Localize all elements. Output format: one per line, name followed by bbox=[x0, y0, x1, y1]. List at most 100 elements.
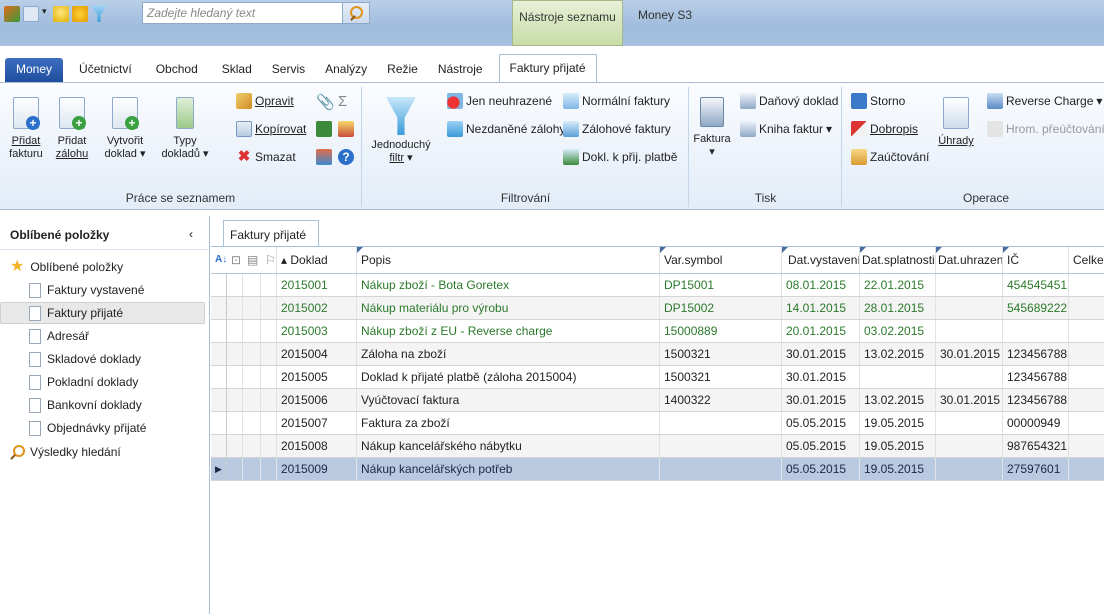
column-header-doklad[interactable]: ▴ Doklad bbox=[277, 247, 357, 273]
sidebar-item-received-orders[interactable]: Objednávky přijaté bbox=[0, 417, 205, 439]
row-icon-cell bbox=[261, 320, 277, 342]
collapse-sidebar-icon[interactable]: ‹ bbox=[189, 227, 193, 241]
export-excel-button[interactable] bbox=[316, 121, 332, 137]
column-header-popis[interactable]: Popis bbox=[357, 247, 660, 273]
column-header-var[interactable]: Var.symbol bbox=[660, 247, 782, 273]
tab-money[interactable]: Money bbox=[5, 58, 64, 82]
grid-header: A↓ ⊡ ▤ ⚐ ▴ Doklad Popis Var.symbol Dat.v… bbox=[211, 247, 1104, 274]
row-indicator[interactable] bbox=[211, 389, 227, 411]
save-icon[interactable] bbox=[23, 6, 39, 22]
row-icon-cell bbox=[261, 274, 277, 296]
table-row[interactable]: 2015007 Faktura za zboží 05.05.2015 19.05.2… bbox=[211, 412, 1104, 435]
delete-button[interactable]: ✖ Smazat bbox=[236, 149, 296, 165]
dropdown-icon[interactable]: ▾ bbox=[42, 6, 50, 22]
row-indicator[interactable] bbox=[211, 412, 227, 434]
tab-obchod[interactable]: Obchod bbox=[142, 58, 208, 82]
sidebar-item-bank-docs[interactable]: Bankovní doklady bbox=[0, 394, 205, 416]
credit-note-button[interactable]: Dobropis bbox=[851, 121, 918, 137]
app-menu-icon[interactable] bbox=[4, 6, 20, 22]
attach-button[interactable]: 📎 bbox=[316, 93, 335, 111]
search-input[interactable]: Zadejte hledaný text bbox=[142, 2, 370, 24]
tab-received-invoices[interactable]: Faktury přijaté bbox=[223, 220, 319, 246]
tab-nastroje[interactable]: Nástroje bbox=[428, 58, 493, 82]
doc-col-icon[interactable]: ▤ bbox=[243, 247, 261, 273]
received-payment-docs-button[interactable]: Dokl. k přij. platbě bbox=[563, 149, 677, 165]
flag-col-icon[interactable]: ⚐ bbox=[261, 247, 277, 273]
sidebar-search-results[interactable]: Výsledky hledání bbox=[0, 441, 209, 463]
row-indicator[interactable] bbox=[211, 366, 227, 388]
cell-doklad: 2015003 bbox=[277, 320, 357, 342]
tab-ucetnictvi[interactable]: Účetnictví bbox=[63, 58, 142, 82]
list-settings-button[interactable] bbox=[316, 149, 332, 165]
search-icon[interactable] bbox=[342, 2, 370, 24]
column-header-celkem[interactable]: Celkem bbox=[1069, 247, 1104, 273]
table-row[interactable]: 2015001 Nákup zboží - Bota Goretex DP15001… bbox=[211, 274, 1104, 297]
filter-icon[interactable] bbox=[91, 6, 107, 22]
posting-button[interactable]: Zaúčtování bbox=[851, 149, 929, 165]
storno-button[interactable]: Storno bbox=[851, 93, 905, 109]
tax-doc-button[interactable]: Daňový doklad bbox=[740, 93, 838, 109]
tab-analyzy[interactable]: Analýzy bbox=[315, 58, 377, 82]
tree-button[interactable] bbox=[338, 121, 354, 137]
star-icon[interactable] bbox=[72, 6, 88, 22]
help-button[interactable]: ? bbox=[338, 149, 354, 165]
cell-var: 15000889 bbox=[660, 320, 782, 342]
column-header-uhrazeni[interactable]: Dat.uhrazení bbox=[936, 247, 1003, 273]
cell-ic: 27597601 bbox=[1003, 458, 1069, 480]
column-header-ic[interactable]: IČ bbox=[1003, 247, 1069, 273]
sort-az-icon[interactable]: A↓ bbox=[211, 247, 227, 273]
reverse-charge-button[interactable]: Reverse Charge ▾ bbox=[987, 93, 1102, 109]
cell-var: 1500321 bbox=[660, 366, 782, 388]
sum-button[interactable]: Σ bbox=[338, 93, 354, 110]
sidebar-item-received-invoices[interactable]: Faktury přijaté bbox=[0, 302, 205, 324]
bulk-recount-button[interactable]: Hrom. přeúčtování bbox=[987, 121, 1104, 137]
table-row[interactable]: 2015008 Nákup kancelářského nábytku 05.05.… bbox=[211, 435, 1104, 458]
bulb-icon[interactable] bbox=[53, 6, 69, 22]
edit-button[interactable]: Opravit bbox=[236, 93, 294, 109]
cell-celkem bbox=[1069, 366, 1104, 388]
group-label-ops: Operace bbox=[963, 191, 1010, 205]
add-invoice-button[interactable]: + Přidat fakturu bbox=[6, 97, 46, 161]
tab-servis[interactable]: Servis bbox=[262, 58, 315, 82]
create-doc-label-1: Vytvořit bbox=[106, 135, 144, 147]
table-row[interactable]: ▶ 2015009 Nákup kancelářských potřeb 05.05.… bbox=[211, 458, 1104, 481]
copy-label: Kopírovat bbox=[255, 122, 307, 136]
tab-faktury-prijate[interactable]: Faktury přijaté bbox=[498, 54, 597, 82]
table-row[interactable]: 2015005 Doklad k přijaté platbě (záloha 2… bbox=[211, 366, 1104, 389]
add-advance-button[interactable]: + Přidat zálohu bbox=[52, 97, 92, 161]
column-header-splatnosti[interactable]: Dat.splatnosti bbox=[860, 247, 936, 273]
sidebar-item-stock-docs[interactable]: Skladové doklady bbox=[0, 348, 205, 370]
row-indicator[interactable] bbox=[211, 435, 227, 457]
normal-invoices-button[interactable]: Normální faktury bbox=[563, 93, 670, 109]
table-row[interactable]: 2015004 Záloha na zboží 1500321 30.01.2015 1… bbox=[211, 343, 1104, 366]
sidebar-item-issued-invoices[interactable]: Faktury vystavené bbox=[0, 279, 205, 301]
untaxed-advances-button[interactable]: Nezdaněné zálohy bbox=[447, 121, 565, 137]
row-indicator[interactable] bbox=[211, 320, 227, 342]
create-doc-button[interactable]: + Vytvořit doklad ▾ bbox=[100, 97, 150, 161]
lock-col-icon[interactable]: ⊡ bbox=[227, 247, 243, 273]
simple-filter-button[interactable]: Jednoduchý filtr ▾ bbox=[369, 97, 433, 165]
cell-var: DP15002 bbox=[660, 297, 782, 319]
row-icon-cell bbox=[227, 412, 243, 434]
sidebar-favorites[interactable]: ★ Oblíbené položky bbox=[0, 256, 209, 278]
table-row[interactable]: 2015006 Vyúčtovací faktura 1400322 30.01.20… bbox=[211, 389, 1104, 412]
row-indicator[interactable] bbox=[211, 274, 227, 296]
tab-sklad[interactable]: Sklad bbox=[208, 58, 262, 82]
row-indicator[interactable] bbox=[211, 343, 227, 365]
tab-rezie[interactable]: Režie bbox=[377, 58, 428, 82]
sidebar-item-cash-docs[interactable]: Pokladní doklady bbox=[0, 371, 205, 393]
invoice-book-button[interactable]: Kniha faktur ▾ bbox=[740, 121, 832, 137]
cell-splat: 28.01.2015 bbox=[860, 297, 936, 319]
row-indicator[interactable]: ▶ bbox=[211, 458, 227, 480]
row-indicator[interactable] bbox=[211, 297, 227, 319]
table-row[interactable]: 2015003 Nákup zboží z EU - Reverse charge… bbox=[211, 320, 1104, 343]
copy-button[interactable]: Kopírovat bbox=[236, 121, 306, 137]
print-invoice-button[interactable]: Faktura ▾ bbox=[692, 97, 732, 159]
table-row[interactable]: 2015002 Nákup materiálu pro výrobu DP15002… bbox=[211, 297, 1104, 320]
unpaid-only-button[interactable]: Jen neuhrazené bbox=[447, 93, 552, 109]
payments-button[interactable]: Úhrady bbox=[937, 97, 975, 148]
advance-invoices-button[interactable]: Zálohové faktury bbox=[563, 121, 671, 137]
column-header-vystaveni[interactable]: Dat.vystavení bbox=[782, 247, 860, 273]
doc-types-button[interactable]: Typy dokladů ▾ bbox=[160, 97, 210, 161]
sidebar-item-address-book[interactable]: Adresář bbox=[0, 325, 205, 347]
